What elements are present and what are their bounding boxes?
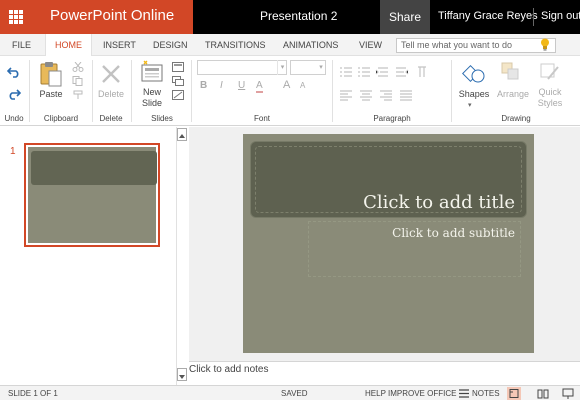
delete-slide-icon[interactable] — [100, 63, 122, 85]
help-improve-link[interactable]: HELP IMPROVE OFFICE — [365, 389, 456, 398]
tab-view[interactable]: VIEW — [350, 34, 391, 56]
group-separator — [332, 60, 333, 122]
font-color-button[interactable]: A — [256, 80, 263, 93]
alignment-icons[interactable] — [340, 90, 430, 102]
reading-view-button[interactable] — [536, 387, 550, 400]
normal-view-button[interactable] — [507, 387, 521, 400]
group-label-paragraph: Paragraph — [373, 114, 411, 123]
group-label-clipboard: Clipboard — [43, 114, 79, 123]
delete-button[interactable]: Delete — [94, 89, 128, 99]
ribbon: Undo Paste Clipboard Delete Delete New S… — [0, 56, 580, 126]
hide-slide-icon[interactable] — [172, 90, 184, 100]
new-slide-icon[interactable] — [140, 60, 164, 84]
quick-styles-label[interactable]: Quick — [534, 87, 566, 97]
thumbnail-preview — [28, 147, 157, 243]
normal-view-icon — [509, 389, 519, 398]
format-painter-icon[interactable] — [72, 90, 84, 100]
app-name[interactable]: PowerPoint Online — [50, 7, 174, 24]
user-name[interactable]: Tiffany Grace Reyes — [438, 10, 538, 22]
grow-font-button[interactable]: A — [283, 79, 290, 91]
bold-button[interactable]: B — [200, 80, 207, 91]
duplicate-slide-icon[interactable] — [172, 76, 184, 86]
app-launcher-icon[interactable] — [9, 10, 23, 24]
tell-me-search-input[interactable]: Tell me what you want to do — [396, 38, 556, 53]
scroll-down-button[interactable] — [177, 368, 187, 381]
cut-icon[interactable] — [72, 62, 84, 72]
slide-thumbnail[interactable] — [24, 143, 160, 247]
quick-styles-icon[interactable] — [538, 61, 560, 85]
chevron-down-icon[interactable]: ▾ — [316, 60, 326, 75]
chevron-up-icon — [179, 134, 185, 138]
group-separator — [191, 60, 192, 122]
arrange-button[interactable]: Arrange — [494, 89, 532, 99]
tab-design[interactable]: DESIGN — [144, 34, 197, 56]
thumbnail-title-band — [31, 151, 157, 185]
group-separator — [92, 60, 93, 122]
share-button[interactable]: Share — [380, 0, 430, 34]
paragraph-direction-icon[interactable] — [414, 66, 430, 78]
app-header: PowerPoint Online — [0, 0, 193, 34]
chevron-down-icon[interactable]: ▾ — [277, 60, 287, 75]
vertical-scrollbar[interactable] — [176, 127, 188, 385]
slide-number: 1 — [10, 146, 16, 157]
slideshow-view-button[interactable] — [561, 387, 575, 400]
tab-home[interactable]: HOME — [45, 34, 92, 57]
group-label-drawing: Drawing — [501, 114, 531, 123]
chevron-down-icon — [179, 375, 185, 379]
new-slide-label[interactable]: New — [136, 87, 168, 97]
slide-counter: SLIDE 1 OF 1 — [8, 389, 58, 398]
lightbulb-icon — [541, 38, 549, 51]
tab-transitions[interactable]: TRANSITIONS — [196, 34, 275, 56]
notes-icon[interactable] — [459, 389, 469, 398]
slideshow-icon — [562, 388, 574, 399]
subtitle-placeholder[interactable]: Click to add subtitle — [392, 226, 515, 240]
shapes-icon[interactable] — [462, 60, 486, 86]
tab-insert[interactable]: INSERT — [94, 34, 145, 56]
document-name[interactable]: Presentation 2 — [260, 9, 337, 23]
scroll-up-button[interactable] — [177, 128, 187, 141]
status-bar: SLIDE 1 OF 1 SAVED HELP IMPROVE OFFICE N… — [0, 385, 580, 400]
group-label-font: Font — [253, 114, 270, 123]
notes-input[interactable]: Click to add notes — [189, 361, 580, 385]
save-status: SAVED — [281, 389, 308, 398]
tab-animations[interactable]: ANIMATIONS — [274, 34, 347, 56]
title-placeholder[interactable]: Click to add title — [363, 192, 515, 213]
undo-icon[interactable] — [7, 66, 21, 78]
slide-canvas[interactable]: Click to add title Click to add subtitle — [243, 134, 534, 353]
shrink-font-button[interactable]: A — [300, 81, 305, 90]
group-label-undo: Undo — [4, 114, 24, 123]
arrange-icon[interactable] — [500, 61, 522, 85]
copy-icon[interactable] — [72, 76, 84, 86]
group-label-slides: Slides — [151, 114, 173, 123]
tab-file[interactable]: FILE — [3, 34, 40, 56]
group-separator — [451, 60, 452, 122]
new-slide-label[interactable]: Slide — [136, 98, 168, 108]
chevron-down-icon[interactable]: ▾ — [468, 101, 472, 109]
sign-out-link[interactable]: Sign out — [541, 10, 580, 22]
book-icon — [537, 389, 549, 399]
layout-icon[interactable] — [172, 62, 184, 72]
group-label-delete: Delete — [99, 114, 123, 123]
font-name-dropdown[interactable] — [197, 60, 287, 75]
quick-styles-label[interactable]: Styles — [534, 98, 566, 108]
shapes-button[interactable]: Shapes — [454, 89, 494, 99]
separator — [533, 8, 534, 26]
paste-button[interactable]: Paste — [34, 89, 68, 99]
notes-toggle-button[interactable]: NOTES — [472, 389, 500, 398]
underline-button[interactable]: U — [238, 80, 245, 91]
paste-icon[interactable] — [38, 60, 64, 88]
redo-icon[interactable] — [7, 88, 21, 100]
italic-button[interactable]: I — [220, 80, 223, 91]
group-separator — [29, 60, 30, 122]
title-bar: PowerPoint Online Presentation 2 Share T… — [0, 0, 580, 34]
group-separator — [131, 60, 132, 122]
